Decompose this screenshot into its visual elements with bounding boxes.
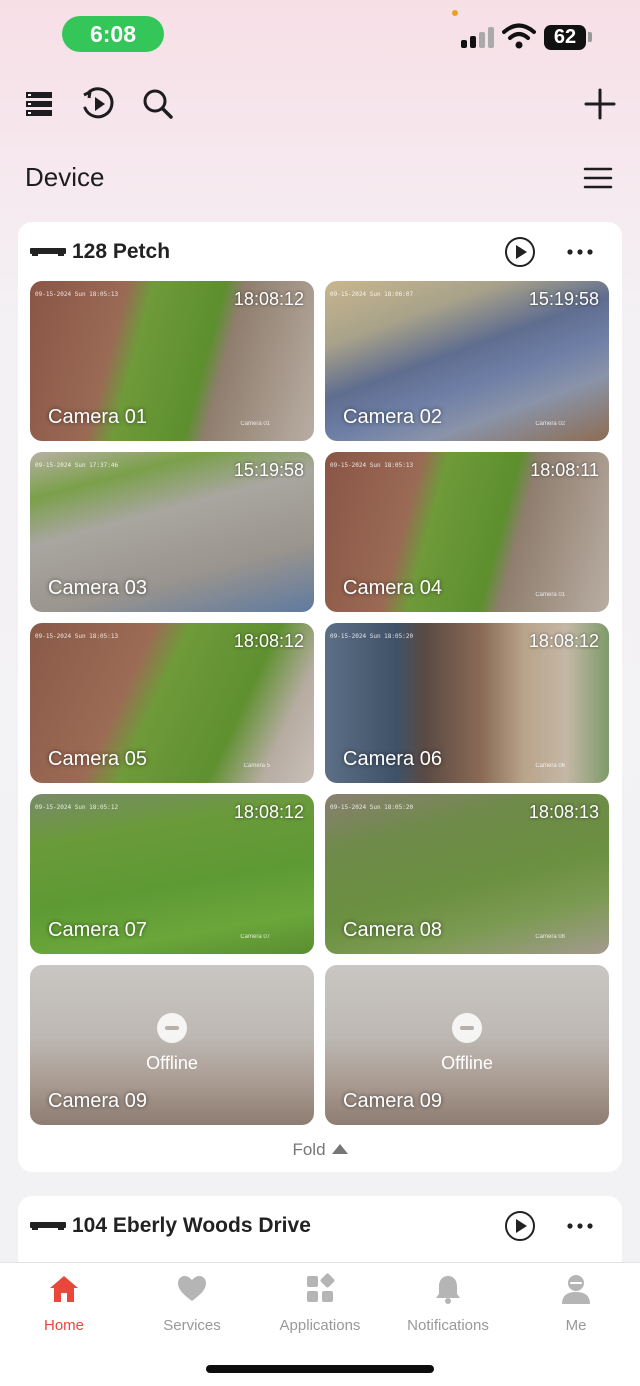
- camera-name: Camera 03: [48, 577, 147, 599]
- camera-name: Camera 09: [48, 1090, 147, 1112]
- search-icon[interactable]: [138, 84, 178, 124]
- camera-name: Camera 05: [48, 748, 147, 770]
- battery-tip: [588, 32, 592, 42]
- add-icon: [584, 88, 616, 120]
- bell-icon: [436, 1276, 460, 1304]
- camera-name: Camera 01: [48, 406, 147, 428]
- camera-osd-text: 09-15-2024 Sun 18:05:13: [35, 291, 119, 298]
- camera-tile-offline[interactable]: Offline Camera 09: [325, 965, 609, 1125]
- person-icon: [562, 1275, 590, 1304]
- add-device-button[interactable]: [580, 84, 620, 124]
- heart-icon: [178, 1276, 206, 1301]
- tab-notifications[interactable]: Notifications: [384, 1263, 512, 1343]
- status-bar: 6:08 62: [0, 0, 640, 64]
- cellular-signal-icon: [461, 26, 495, 48]
- tab-label: Me: [565, 1317, 587, 1334]
- device-menu-icon[interactable]: [582, 164, 614, 192]
- camera-osd-text: 09-15-2024 Sun 17:37:46: [35, 462, 119, 469]
- tab-applications[interactable]: Applications: [256, 1263, 384, 1343]
- camera-tile[interactable]: 09-15-2024 Sun 18:05:12 18:08:12 Camera …: [30, 794, 314, 954]
- camera-osd-text: 09-15-2024 Sun 18:05:13: [330, 462, 414, 469]
- wifi-icon: [502, 23, 536, 49]
- camera-name: Camera 08: [343, 919, 442, 941]
- camera-timestamp: 18:08:12: [233, 802, 304, 822]
- offline-icon: [452, 1013, 482, 1043]
- fold-button[interactable]: Fold: [18, 1140, 622, 1160]
- offline-status: Offline: [441, 1053, 493, 1073]
- camera-name: Camera 02: [343, 406, 442, 428]
- camera-overlay-tag: Camera 5: [243, 763, 270, 769]
- camera-osd-text: 09-15-2024 Sun 18:05:12: [35, 804, 119, 811]
- camera-timestamp: 18:08:12: [528, 631, 599, 651]
- camera-overlay-tag: Camera 01: [535, 592, 565, 598]
- play-all-icon[interactable]: [504, 1210, 536, 1242]
- offline-icon: [157, 1013, 187, 1043]
- camera-timestamp: 15:19:58: [528, 289, 599, 309]
- more-options-icon[interactable]: [564, 236, 596, 268]
- camera-tile[interactable]: 09-15-2024 Sun 18:05:13 18:08:12 Camera …: [30, 623, 314, 783]
- device-list-icon[interactable]: [20, 84, 60, 124]
- camera-osd-text: 09-15-2024 Sun 18:05:20: [330, 633, 414, 640]
- camera-timestamp: 18:08:12: [233, 631, 304, 651]
- camera-name: Camera 06: [343, 748, 442, 770]
- camera-overlay-tag: Camera 07: [240, 934, 270, 940]
- top-toolbar: [0, 78, 640, 132]
- camera-tile[interactable]: 09-15-2024 Sun 18:05:20 18:08:12 Camera …: [325, 623, 609, 783]
- camera-name: Camera 07: [48, 919, 147, 941]
- more-options-icon[interactable]: [564, 1210, 596, 1242]
- camera-tile[interactable]: 09-15-2024 Sun 18:05:13 18:08:11 Camera …: [325, 452, 609, 612]
- tab-services[interactable]: Services: [128, 1263, 256, 1343]
- chevron-up-icon: [331, 1144, 348, 1154]
- privacy-indicator-dot: [452, 10, 458, 16]
- device-card: 128 Petch 09-15-2024 Sun 18:05:13 18:08:…: [18, 222, 622, 1172]
- nvr-icon: [30, 248, 66, 256]
- camera-name: Camera 04: [343, 577, 442, 599]
- apps-icon: [307, 1273, 335, 1302]
- nvr-icon: [30, 1222, 66, 1230]
- camera-overlay-tag: Camera 01: [240, 421, 270, 427]
- fold-label: Fold: [292, 1140, 326, 1159]
- camera-osd-text: 09-15-2024 Sun 18:05:13: [35, 633, 119, 640]
- camera-timestamp: 18:08:11: [530, 460, 599, 480]
- camera-timestamp: 18:08:12: [233, 289, 304, 309]
- camera-osd-text: 09-15-2024 Sun 18:06:07: [330, 291, 414, 298]
- tab-home[interactable]: Home: [0, 1263, 128, 1343]
- home-icon: [50, 1276, 78, 1302]
- camera-timestamp: 18:08:13: [528, 802, 599, 822]
- device-name: 128 Petch: [72, 240, 171, 263]
- camera-tile[interactable]: 09-15-2024 Sun 18:05:13 18:08:12 Camera …: [30, 281, 314, 441]
- camera-tile[interactable]: 09-15-2024 Sun 18:06:07 15:19:58 Camera …: [325, 281, 609, 441]
- page-title: Device: [25, 162, 105, 192]
- camera-overlay-tag: Camera 06: [535, 763, 565, 769]
- battery-indicator: 62: [544, 25, 586, 50]
- camera-overlay-tag: Camera 02: [535, 421, 565, 427]
- camera-tile[interactable]: 09-15-2024 Sun 17:37:46 15:19:58 Camera …: [30, 452, 314, 612]
- tab-label: Home: [43, 1317, 84, 1334]
- tab-label: Applications: [279, 1317, 361, 1334]
- device-card-header[interactable]: 104 Eberly Woods Drive: [18, 1196, 622, 1254]
- tab-me[interactable]: Me: [512, 1263, 640, 1343]
- tab-label: Services: [163, 1317, 221, 1334]
- tab-label: Notifications: [407, 1317, 489, 1334]
- playback-icon[interactable]: [78, 84, 118, 124]
- camera-name: Camera 09: [343, 1090, 442, 1112]
- device-name: 104 Eberly Woods Drive: [72, 1214, 311, 1237]
- camera-timestamp: 15:19:58: [233, 460, 304, 480]
- status-time[interactable]: 6:08: [62, 16, 164, 52]
- camera-tile-offline[interactable]: Offline Camera 09: [30, 965, 314, 1125]
- device-card-header[interactable]: 128 Petch: [18, 222, 622, 280]
- offline-status: Offline: [146, 1053, 198, 1073]
- home-indicator[interactable]: [206, 1365, 434, 1373]
- play-all-icon[interactable]: [504, 236, 536, 268]
- camera-tile[interactable]: 09-15-2024 Sun 18:05:20 18:08:13 Camera …: [325, 794, 609, 954]
- camera-osd-text: 09-15-2024 Sun 18:05:20: [330, 804, 414, 811]
- camera-overlay-tag: Camera 08: [535, 934, 565, 940]
